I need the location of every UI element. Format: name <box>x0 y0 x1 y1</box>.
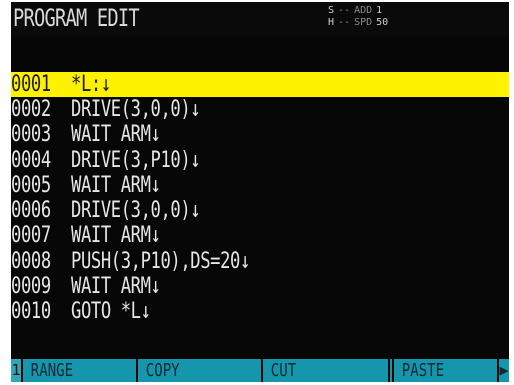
line-number: 0002 <box>11 96 51 122</box>
status-label: S <box>328 5 335 16</box>
title-bar: PROGRAM EDIT S -- ADD 1 H -- SPD 50 <box>11 2 509 36</box>
cut-button-label: CUT <box>270 360 297 381</box>
program-line[interactable]: 0009 WAIT ARM↓ <box>11 274 509 299</box>
status-row-1: S -- ADD 1 <box>328 5 438 17</box>
program-line[interactable]: 0010 GOTO *L↓ <box>11 300 509 325</box>
status-value: -- <box>338 5 351 16</box>
line-number: 0005 <box>11 172 51 198</box>
copy-button[interactable]: COPY <box>138 359 261 382</box>
line-number: 0006 <box>11 198 51 224</box>
blank-softkey[interactable] <box>390 359 392 382</box>
line-code: WAIT ARM↓ <box>71 223 161 249</box>
copy-button-label: COPY <box>145 360 180 381</box>
status-value: 1 <box>376 5 383 16</box>
teach-pendant-screen: PROGRAM EDIT S -- ADD 1 H -- SPD 50 0001… <box>11 2 509 382</box>
softkey-page-indicator: 1 <box>11 359 21 382</box>
status-label: ADD <box>354 5 373 16</box>
line-code: GOTO *L↓ <box>71 299 151 325</box>
line-number: 0008 <box>11 248 51 274</box>
program-line[interactable]: 0001 *L:↓ <box>11 71 509 98</box>
status-value: 50 <box>376 17 389 28</box>
range-button-label: RANGE <box>30 360 74 381</box>
paste-button-label: PASTE <box>401 360 445 381</box>
range-button[interactable]: RANGE <box>23 359 136 382</box>
program-line[interactable]: 0003 WAIT ARM↓ <box>11 123 509 148</box>
page-title: PROGRAM EDIT <box>13 4 140 32</box>
line-number: 0001 <box>11 71 51 97</box>
status-label: SPD <box>354 17 373 28</box>
program-listing: 0001 *L:↓ 0002 DRIVE(3,0,0)↓ 0003 WAIT A… <box>11 72 509 325</box>
status-indicators: S -- ADD 1 H -- SPD 50 <box>328 5 438 33</box>
program-line[interactable]: 0008 PUSH(3,P10),DS=20↓ <box>11 249 509 274</box>
line-code: WAIT ARM↓ <box>71 122 161 148</box>
program-line[interactable]: 0004 DRIVE(3,P10)↓ <box>11 148 509 173</box>
line-code: *L:↓ <box>71 71 111 97</box>
line-code: DRIVE(3,0,0)↓ <box>71 96 201 122</box>
line-number: 0004 <box>11 147 51 173</box>
line-number: 0009 <box>11 274 51 300</box>
line-number: 0007 <box>11 223 51 249</box>
next-page-icon[interactable]: ▶ <box>499 359 509 382</box>
cut-button[interactable]: CUT <box>263 359 388 382</box>
line-code: PUSH(3,P10),DS=20↓ <box>71 248 250 274</box>
line-code: WAIT ARM↓ <box>71 274 161 300</box>
line-code: DRIVE(3,P10)↓ <box>71 147 201 173</box>
line-code: DRIVE(3,0,0)↓ <box>71 198 201 224</box>
status-row-2: H -- SPD 50 <box>328 17 438 29</box>
softkey-bar: 1 RANGE COPY CUT PASTE ▶ <box>11 359 509 382</box>
status-value: -- <box>338 17 351 28</box>
program-line[interactable]: 0007 WAIT ARM↓ <box>11 224 509 249</box>
status-label: H <box>328 17 335 28</box>
program-line[interactable]: 0006 DRIVE(3,0,0)↓ <box>11 198 509 223</box>
line-number: 0010 <box>11 299 51 325</box>
program-line[interactable]: 0002 DRIVE(3,0,0)↓ <box>11 97 509 122</box>
paste-button[interactable]: PASTE <box>394 359 497 382</box>
line-number: 0003 <box>11 122 51 148</box>
line-code: WAIT ARM↓ <box>71 172 161 198</box>
header-spacer <box>11 36 509 72</box>
program-line[interactable]: 0005 WAIT ARM↓ <box>11 173 509 198</box>
